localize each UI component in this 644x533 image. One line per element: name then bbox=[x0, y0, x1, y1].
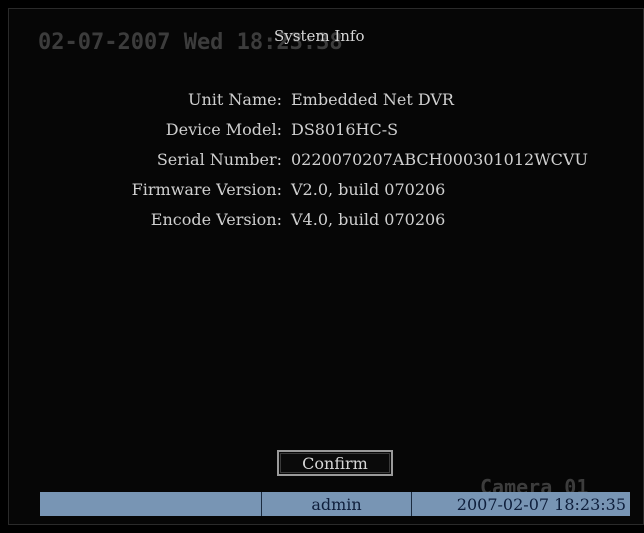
window-title: System Info bbox=[274, 27, 365, 45]
device-model-label: Device Model: bbox=[165, 120, 282, 139]
device-model-value: DS8016HC-S bbox=[291, 120, 399, 139]
encode-version-label: Encode Version: bbox=[150, 210, 282, 229]
confirm-button[interactable]: Confirm bbox=[277, 450, 393, 476]
encode-version-value: V4.0, build 070206 bbox=[291, 210, 446, 229]
status-user: admin bbox=[262, 492, 412, 516]
serial-number-value: 0220070207ABCH000301012WCVU bbox=[291, 150, 588, 169]
firmware-version-label: Firmware Version: bbox=[131, 180, 282, 199]
serial-number-label: Serial Number: bbox=[156, 150, 282, 169]
status-datetime: 2007-02-07 18:23:35 bbox=[456, 494, 626, 514]
unit-name-value: Embedded Net DVR bbox=[291, 90, 454, 109]
unit-name-label: Unit Name: bbox=[188, 90, 282, 109]
status-bar: admin 2007-02-07 18:23:35 bbox=[40, 492, 630, 516]
osd-frame bbox=[8, 8, 644, 525]
status-section-blank bbox=[40, 492, 262, 516]
firmware-version-value: V2.0, build 070206 bbox=[291, 180, 446, 199]
dvr-screen: 02-07-2007 Wed 18:23:38 System Info Unit… bbox=[0, 0, 644, 533]
confirm-button-label: Confirm bbox=[280, 453, 390, 473]
